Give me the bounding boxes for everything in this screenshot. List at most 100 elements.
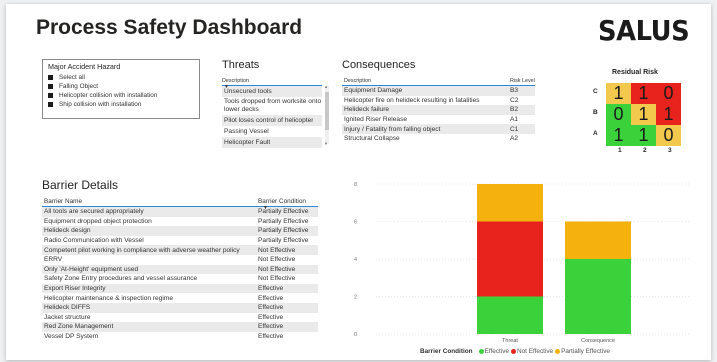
risk-matrix-cell[interactable]: 1 bbox=[631, 125, 656, 146]
bar-segment-effective[interactable] bbox=[477, 296, 543, 335]
risk-matrix-cell[interactable]: 0 bbox=[656, 125, 681, 146]
table-row[interactable]: Ignited Riser Release A1 bbox=[342, 115, 535, 125]
table-row[interactable]: Vessel DP System Effective bbox=[42, 332, 318, 342]
barrier-condition-cell: Not Effective bbox=[258, 275, 296, 283]
y-tick-label: 2 bbox=[354, 295, 357, 301]
legend-label-not-effective[interactable]: Not Effective bbox=[517, 348, 553, 355]
legend-title: Barrier Condition bbox=[420, 348, 473, 355]
barrier-condition-cell: Effective bbox=[258, 323, 284, 331]
sort-down-icon[interactable]: ▼ bbox=[224, 84, 229, 90]
barrier-condition-cell: Effective bbox=[258, 285, 284, 293]
scroll-down-icon[interactable]: ▼ bbox=[324, 141, 328, 146]
threats-table: Description ▼ Unsecured tools Tools drop… bbox=[222, 73, 322, 148]
barrier-name-cell: Safety Zone Entry procedures and vessel … bbox=[44, 275, 198, 283]
slicer-item-helicopter-collision[interactable]: Helicopter collision with installation bbox=[48, 91, 194, 100]
barrier-name-cell: Export Riser Integrity bbox=[44, 285, 106, 293]
threats-scrollbar[interactable]: ▲ ▼ bbox=[324, 84, 329, 146]
column-header-description[interactable]: Description bbox=[342, 78, 510, 84]
table-row[interactable]: Red Zone Management Effective bbox=[42, 322, 318, 332]
checkbox-icon[interactable] bbox=[48, 75, 53, 80]
slicer-item-falling-object[interactable]: Falling Object bbox=[48, 82, 194, 91]
barrier-name-cell: Helideck DIFFS bbox=[44, 304, 91, 312]
legend-dot-effective bbox=[478, 349, 484, 354]
table-row[interactable]: Helideck failure B2 bbox=[342, 105, 535, 115]
risk-matrix-cell[interactable]: 0 bbox=[606, 104, 631, 125]
risk-row-label: A bbox=[593, 130, 598, 137]
risk-matrix-cell[interactable]: 1 bbox=[606, 125, 631, 146]
column-header-barrier-condition[interactable]: Barrier Condition bbox=[258, 198, 318, 205]
table-row[interactable]: Equipment Damage B3 bbox=[342, 86, 535, 96]
slicer-item-label: Ship collision with installation bbox=[59, 101, 142, 108]
barrier-header[interactable]: Barrier Name Barrier Condition ▼ bbox=[42, 194, 318, 211]
table-row[interactable]: All tools are secured appropriately Parti… bbox=[42, 207, 318, 217]
column-header-risk-level[interactable]: Risk Level bbox=[510, 78, 535, 84]
scroll-thumb[interactable] bbox=[325, 92, 329, 130]
threats-header[interactable]: Description ▼ bbox=[222, 73, 322, 90]
consequences-header[interactable]: Description Risk Level bbox=[342, 73, 535, 86]
bar-segment-partially-effective[interactable] bbox=[565, 221, 631, 260]
risk-row-label: B bbox=[593, 109, 598, 116]
legend-label-effective[interactable]: Effective bbox=[485, 348, 509, 355]
hazard-slicer-title: Major Accident Hazard bbox=[48, 62, 121, 71]
barrier-condition-chart: 0 2 4 6 8 Threat Consequence bbox=[354, 182, 691, 344]
scroll-up-icon[interactable]: ▲ bbox=[324, 84, 328, 89]
table-row[interactable]: Radio Communication with Vessel Partially… bbox=[42, 236, 318, 246]
risk-matrix-cell[interactable]: 1 bbox=[656, 104, 681, 125]
x-tick-label: Consequence bbox=[581, 338, 615, 344]
table-row[interactable]: Equipment dropped object protection Parti… bbox=[42, 217, 318, 227]
bar-segment-effective[interactable] bbox=[565, 259, 631, 334]
table-row[interactable]: Only 'At-Height' equipment used Not Effec… bbox=[42, 264, 318, 275]
risk-col-label: 2 bbox=[643, 147, 647, 154]
table-row[interactable]: Safety Zone Entry procedures and vessel … bbox=[42, 274, 318, 284]
risk-matrix-cell[interactable]: 0 bbox=[656, 83, 681, 104]
slicer-item-select-all[interactable]: Select all bbox=[48, 73, 194, 82]
table-row[interactable]: Passing Vessel bbox=[222, 126, 322, 137]
barrier-name-cell: All tools are secured appropriately bbox=[44, 208, 144, 216]
legend-dot-not-effective bbox=[510, 349, 516, 354]
checkbox-icon[interactable] bbox=[48, 102, 53, 107]
risk-matrix-cell[interactable]: 1 bbox=[606, 83, 631, 104]
bar-segment-partially-effective[interactable] bbox=[477, 184, 543, 222]
risk-matrix-cell[interactable]: 1 bbox=[631, 104, 656, 125]
barrier-condition-cell: Not Effective bbox=[258, 246, 296, 254]
table-row[interactable]: Competent pilot working in compliance wi… bbox=[42, 245, 318, 255]
table-row[interactable]: Pilot loses control of helicopter bbox=[222, 115, 322, 126]
legend-dot-partially-effective bbox=[555, 349, 561, 354]
barrier-name-cell: Helicopter maintenance & inspection regi… bbox=[44, 294, 174, 302]
barrier-name-cell: Jacket structure bbox=[44, 313, 91, 321]
bar-segment-not-effective[interactable] bbox=[477, 221, 543, 297]
table-row[interactable]: Helicopter Fault bbox=[222, 137, 322, 148]
table-row[interactable]: Structural Collapse A2 bbox=[342, 134, 535, 144]
checkbox-icon[interactable] bbox=[48, 84, 53, 89]
risk-col-label: 1 bbox=[618, 147, 622, 154]
table-row[interactable]: Helicopter maintenance & inspection regi… bbox=[42, 293, 318, 303]
consequences-table: Description Risk Level Equipment Damage B… bbox=[342, 73, 535, 144]
barrier-name-cell: Competent pilot working in compliance wi… bbox=[44, 246, 240, 254]
table-row[interactable]: ERRV Not Effective bbox=[42, 255, 318, 265]
table-row[interactable]: Injury / Fatality from falling object C1 bbox=[342, 124, 535, 134]
y-tick-label: 6 bbox=[354, 220, 357, 226]
y-tick-label: 4 bbox=[354, 257, 357, 263]
table-row[interactable]: Unsecured tools bbox=[222, 86, 322, 97]
barrier-details-title: Barrier Details bbox=[42, 178, 119, 192]
checkbox-icon[interactable] bbox=[48, 93, 53, 98]
risk-matrix-cell[interactable]: 1 bbox=[631, 83, 656, 104]
table-row[interactable]: Export Riser Integrity Effective bbox=[42, 283, 318, 294]
dashboard-canvas: Process Safety Dashboard SALUS Major Acc… bbox=[6, 4, 711, 360]
hazard-slicer: Major Accident Hazard Select all Falling… bbox=[42, 59, 200, 119]
barrier-name-cell: Equipment dropped object protection bbox=[44, 217, 152, 225]
table-row[interactable]: Helideck DIFFS Effective bbox=[42, 302, 318, 313]
y-tick-label: 0 bbox=[354, 332, 357, 338]
table-row[interactable]: Tools dropped from worksite onto lower d… bbox=[222, 97, 322, 115]
table-row[interactable]: Helicopter fire on helideck resulting in… bbox=[342, 96, 535, 106]
slicer-item-label: Select all bbox=[59, 74, 85, 81]
table-row[interactable]: Helideck design Partially Effective bbox=[42, 226, 318, 236]
barrier-table: Barrier Name Barrier Condition ▼ All too… bbox=[42, 194, 318, 341]
sort-down-icon[interactable]: ▼ bbox=[263, 205, 268, 211]
table-row[interactable]: Jacket structure Effective bbox=[42, 313, 318, 323]
barrier-name-cell: Helideck design bbox=[44, 227, 91, 235]
slicer-item-ship-collision[interactable]: Ship collision with installation bbox=[48, 100, 194, 109]
column-header-barrier-name[interactable]: Barrier Name bbox=[42, 198, 258, 205]
barrier-name-cell: Red Zone Management bbox=[44, 323, 114, 331]
legend-label-partially-effective[interactable]: Partially Effective bbox=[561, 348, 610, 355]
